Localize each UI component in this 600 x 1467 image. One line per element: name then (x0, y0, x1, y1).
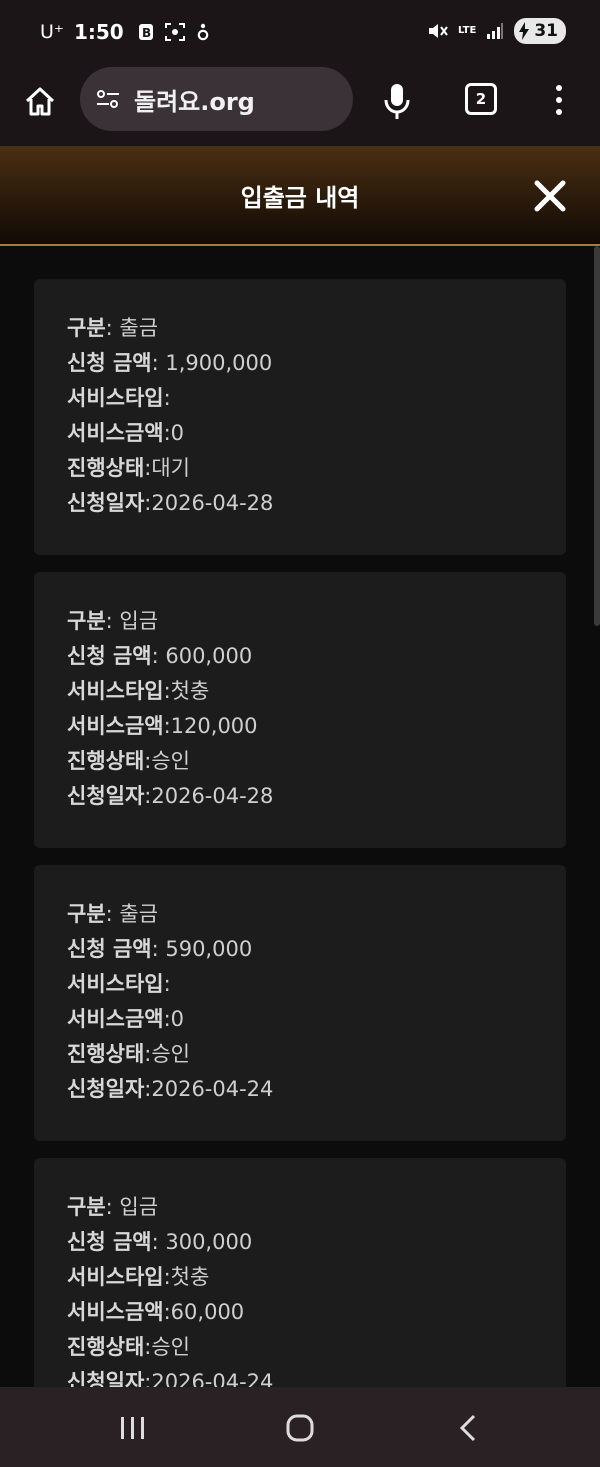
transaction-card: 구분: 출금 신청 금액: 1,900,000 서비스타입: 서비스금액:0 진… (34, 279, 566, 555)
transaction-card: 구분: 출금 신청 금액: 590,000 서비스타입: 서비스금액:0 진행상… (34, 865, 566, 1141)
system-navigation-bar (0, 1387, 600, 1467)
amount-label: 신청 금액 (67, 1230, 152, 1254)
microphone-icon[interactable] (382, 82, 412, 122)
site-settings-icon[interactable] (94, 85, 122, 113)
back-icon[interactable] (456, 1413, 480, 1443)
service-amount-value: :0 (163, 421, 185, 445)
status-label: 진행상태 (67, 749, 145, 773)
type-label: 구분 (67, 316, 106, 340)
type-value: : 출금 (105, 316, 159, 340)
status-value: :승인 (144, 749, 190, 773)
url-text[interactable]: 돌려요.org (134, 82, 255, 117)
date-label: 신청일자 (67, 1077, 145, 1101)
status-value: :승인 (144, 1042, 190, 1066)
date-value: :2026-04-24 (144, 1077, 274, 1101)
amount-label: 신청 금액 (67, 937, 152, 961)
accessibility-icon (197, 23, 208, 41)
screenshot-icon (164, 23, 185, 41)
amount-label: 신청 금액 (67, 644, 152, 668)
service-amount-label: 서비스금액 (67, 714, 164, 738)
service-type-label: 서비스타입 (67, 972, 164, 996)
mute-icon (428, 24, 448, 38)
service-amount-value: :0 (163, 1007, 185, 1031)
recent-apps-icon[interactable] (118, 1415, 148, 1441)
home-icon[interactable] (22, 84, 58, 120)
transaction-card: 구분: 입금 신청 금액: 300,000 서비스타입:첫충 서비스금액:60,… (34, 1158, 566, 1387)
home-button-icon[interactable] (286, 1414, 314, 1442)
service-amount-value: :120,000 (163, 714, 258, 738)
date-value: :2026-04-28 (144, 491, 274, 515)
date-label: 신청일자 (67, 1370, 145, 1387)
service-type-value: : (163, 972, 171, 996)
date-value: :2026-04-28 (144, 784, 274, 808)
battery-indicator: 31 (514, 18, 566, 44)
close-icon[interactable] (533, 179, 567, 213)
type-value: : 입금 (105, 609, 159, 633)
browser-toolbar: 돌려요.org 2 (0, 64, 600, 146)
transaction-card: 구분: 입금 신청 금액: 600,000 서비스타입:첫충 서비스금액:120… (34, 572, 566, 848)
date-label: 신청일자 (67, 491, 145, 515)
status-value: :대기 (144, 456, 190, 480)
date-label: 신청일자 (67, 784, 145, 808)
service-amount-value: :60,000 (163, 1300, 245, 1324)
service-amount-label: 서비스금액 (67, 421, 164, 445)
amount-value: : 590,000 (151, 937, 253, 961)
status-value: :승인 (144, 1335, 190, 1359)
service-amount-label: 서비스금액 (67, 1007, 164, 1031)
service-type-label: 서비스타입 (67, 1265, 164, 1289)
service-type-value: : (163, 386, 171, 410)
svg-text:B: B (142, 26, 151, 40)
page-header: 입출금 내역 (0, 146, 600, 246)
transaction-list[interactable]: 구분: 출금 신청 금액: 1,900,000 서비스타입: 서비스금액:0 진… (0, 246, 600, 1387)
type-value: : 입금 (105, 1195, 159, 1219)
status-label: 진행상태 (67, 1335, 145, 1359)
tab-switcher-button[interactable]: 2 (465, 83, 497, 115)
page-title: 입출금 내역 (240, 183, 360, 212)
service-type-value: :첫충 (163, 679, 210, 703)
type-label: 구분 (67, 1195, 106, 1219)
amount-value: : 300,000 (151, 1230, 253, 1254)
amount-value: : 600,000 (151, 644, 253, 668)
status-label: 진행상태 (67, 1042, 145, 1066)
type-label: 구분 (67, 609, 106, 633)
type-label: 구분 (67, 902, 106, 926)
carrier-label: U⁺ (40, 21, 64, 43)
address-bar[interactable]: 돌려요.org (80, 67, 353, 131)
clock: 1:50 (73, 20, 124, 44)
amount-value: : 1,900,000 (151, 351, 273, 375)
service-type-label: 서비스타입 (67, 386, 164, 410)
status-label: 진행상태 (67, 456, 145, 480)
signal-icon (487, 23, 504, 39)
type-value: : 출금 (105, 902, 159, 926)
more-options-icon[interactable] (551, 84, 567, 116)
scrollbar[interactable] (594, 246, 600, 626)
charging-icon (519, 22, 530, 40)
service-type-value: :첫충 (163, 1265, 210, 1289)
status-bar: U⁺ 1:50 B LTE 31 (0, 0, 600, 64)
date-value: :2026-04-24 (144, 1370, 274, 1387)
lte-indicator: LTE (457, 25, 477, 36)
amount-label: 신청 금액 (67, 351, 152, 375)
service-amount-label: 서비스금액 (67, 1300, 164, 1324)
b-app-icon: B (138, 24, 153, 40)
service-type-label: 서비스타입 (67, 679, 164, 703)
battery-level: 31 (534, 21, 558, 41)
